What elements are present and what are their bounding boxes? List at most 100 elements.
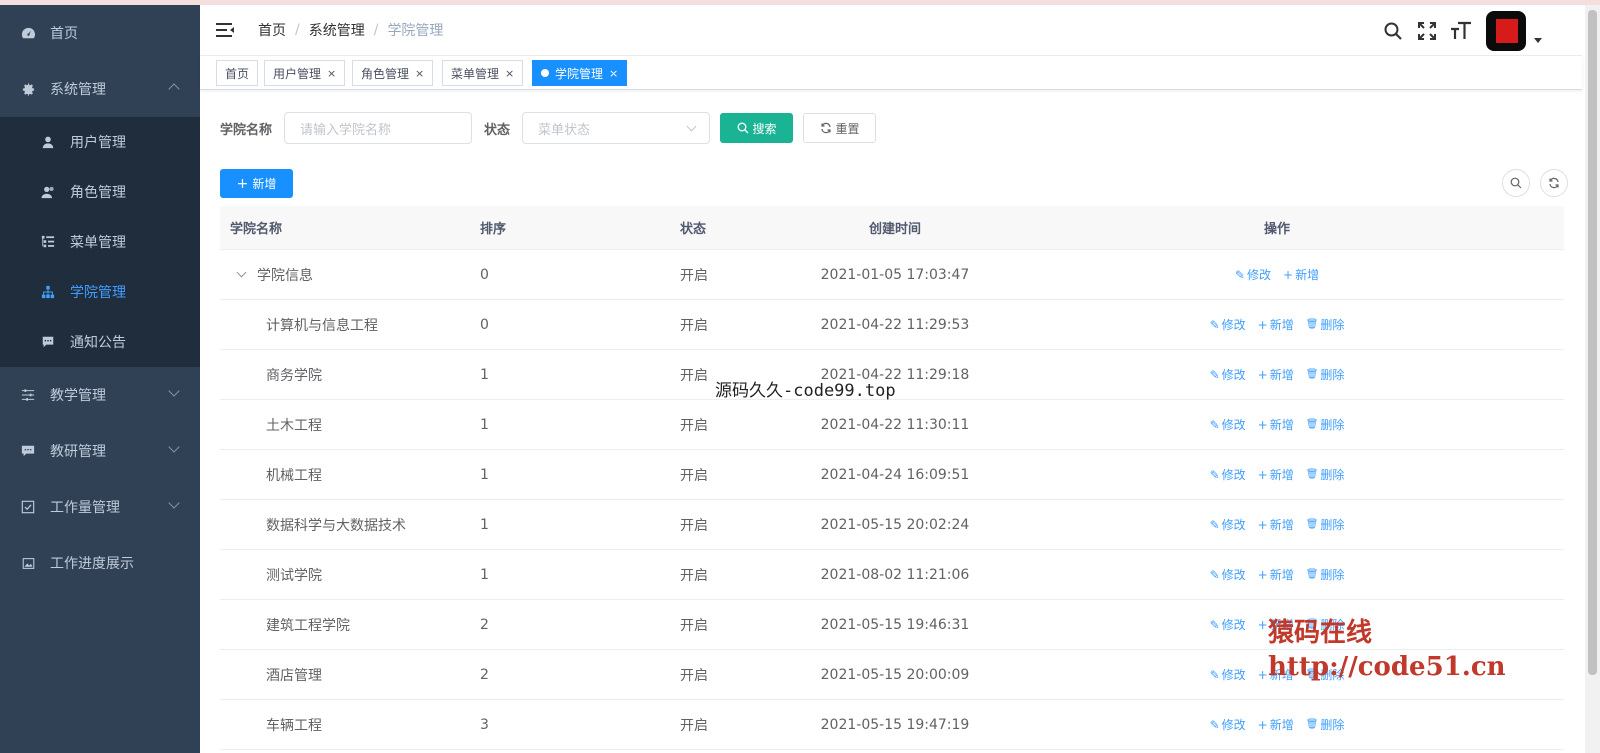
col-order-header: 排序 <box>480 222 507 237</box>
search-icon[interactable] <box>1376 12 1410 50</box>
chevron-down-icon <box>686 121 697 132</box>
plus-icon: + <box>1257 367 1268 382</box>
edit-link-label: 修改 <box>1221 668 1246 682</box>
edit-link[interactable]: ✎ 修改 <box>1210 716 1246 733</box>
sidebar-item-label: 教学管理 <box>50 388 106 404</box>
toggle-search-button[interactable] <box>1502 169 1530 197</box>
close-icon[interactable]: × <box>609 67 618 80</box>
sidebar-item-workload[interactable]: 工作量管理 <box>0 479 200 535</box>
users-icon <box>40 184 56 200</box>
add-link[interactable]: + 新增 <box>1283 266 1319 283</box>
chevron-down-icon <box>168 441 180 453</box>
cell-actions: ✎ 修改 + 新增 🗑 删除 <box>990 366 1564 383</box>
caret-down-icon[interactable] <box>1534 37 1542 43</box>
sidebar-item-notices[interactable]: 通知公告 <box>0 317 200 367</box>
add-link[interactable]: + 新增 <box>1258 466 1294 483</box>
watermark-line1: 猿码在线 <box>1268 618 1373 648</box>
cell-order: 1 <box>480 566 489 583</box>
sidebar-item-label: 通知公告 <box>70 335 126 351</box>
fullscreen-icon[interactable] <box>1410 12 1444 50</box>
delete-link[interactable]: 🗑 删除 <box>1306 716 1345 733</box>
edit-link[interactable]: ✎ 修改 <box>1210 516 1246 533</box>
sidebar-item-colleges[interactable]: 学院管理 <box>0 267 200 317</box>
delete-link[interactable]: 🗑 删除 <box>1306 416 1345 433</box>
sidebar-item-system[interactable]: 系统管理 <box>0 61 200 117</box>
add-link[interactable]: + 新增 <box>1258 316 1294 333</box>
close-icon[interactable]: × <box>505 67 514 80</box>
cell-created: 2021-05-15 19:46:31 <box>820 616 970 633</box>
edit-link[interactable]: ✎ 修改 <box>1210 316 1246 333</box>
cell-actions: ✎ 修改 + 新增 🗑 删除 <box>990 466 1564 483</box>
tag-home[interactable]: 首页 <box>216 60 259 86</box>
cell-order: 1 <box>480 416 489 433</box>
tag-colleges[interactable]: 学院管理 × <box>532 60 628 86</box>
sidebar-item-roles[interactable]: 角色管理 <box>0 167 200 217</box>
sidebar-item-home[interactable]: 首页 <box>0 5 200 61</box>
add-link-label: 新增 <box>1269 518 1294 532</box>
delete-link[interactable]: 🗑 删除 <box>1306 566 1345 583</box>
breadcrumb-home[interactable]: 首页 <box>258 20 286 40</box>
status-label: 状态 <box>484 122 511 138</box>
edit-link[interactable]: ✎ 修改 <box>1210 566 1246 583</box>
add-button[interactable]: + 新增 <box>220 169 293 198</box>
scrollbar-thumb[interactable] <box>1588 10 1597 675</box>
font-size-icon[interactable] <box>1444 12 1478 50</box>
edit-link-label: 修改 <box>1221 518 1246 532</box>
add-link[interactable]: + 新增 <box>1258 716 1294 733</box>
breadcrumb-separator: / <box>295 22 300 38</box>
sidebar-item-label: 系统管理 <box>50 82 106 98</box>
breadcrumb-separator: / <box>373 22 379 38</box>
cell-status: 开启 <box>680 567 708 584</box>
tag-menus[interactable]: 菜单管理 × <box>442 60 524 86</box>
avatar[interactable] <box>1486 11 1526 51</box>
edit-link[interactable]: ✎ 修改 <box>1210 666 1246 683</box>
add-link[interactable]: + 新增 <box>1258 366 1294 383</box>
delete-link[interactable]: 🗑 删除 <box>1306 516 1345 533</box>
reset-button[interactable]: 重置 <box>803 113 877 143</box>
plus-icon: + <box>1257 567 1268 582</box>
add-link[interactable]: + 新增 <box>1258 516 1294 533</box>
close-icon[interactable]: × <box>415 67 424 80</box>
add-link-label: 新增 <box>1269 368 1294 382</box>
search-button[interactable]: 搜索 <box>720 113 794 143</box>
edit-link[interactable]: ✎ 修改 <box>1210 466 1246 483</box>
sidebar-item-label: 教研管理 <box>50 444 106 460</box>
close-icon[interactable]: × <box>327 67 336 80</box>
tag-users[interactable]: 用户管理 × <box>264 60 346 86</box>
delete-link[interactable]: 🗑 删除 <box>1306 366 1345 383</box>
status-select[interactable]: 菜单状态 <box>522 112 711 144</box>
college-name-input[interactable]: 请输入学院名称 <box>284 112 473 144</box>
sidebar-item-menus[interactable]: 菜单管理 <box>0 217 200 267</box>
edit-link[interactable]: ✎ 修改 <box>1235 266 1271 283</box>
edit-icon: ✎ <box>1209 567 1220 582</box>
refresh-button[interactable] <box>1540 169 1568 197</box>
page-scrollbar[interactable] <box>1585 5 1600 753</box>
sidebar-item-research[interactable]: 教研管理 <box>0 423 200 479</box>
edit-link[interactable]: ✎ 修改 <box>1210 366 1246 383</box>
sidebar-item-progress[interactable]: 工作进度展示 <box>0 535 200 591</box>
college-name: 车辆工程 <box>266 717 322 734</box>
cell-order: 1 <box>480 516 489 533</box>
cell-status: 开启 <box>680 517 708 534</box>
add-link[interactable]: + 新增 <box>1258 416 1294 433</box>
add-link-label: 新增 <box>1269 568 1294 582</box>
college-name: 机械工程 <box>266 467 322 484</box>
expand-chevron-icon[interactable] <box>236 267 247 278</box>
delete-link[interactable]: 🗑 删除 <box>1306 316 1345 333</box>
delete-link[interactable]: 🗑 删除 <box>1306 466 1345 483</box>
watermark-corner: 猿码在线 http://code51.cn <box>1268 616 1506 684</box>
cell-actions: ✎ 修改 + 新增 <box>990 266 1564 283</box>
hamburger-icon[interactable] <box>216 22 236 38</box>
table-row: 机械工程 1 开启 2021-04-24 16:09:51 ✎ 修改 + 新增 🗑 删除 <box>220 450 1564 500</box>
navbar-right <box>1376 11 1542 51</box>
tree-table-icon <box>40 234 56 250</box>
sidebar-item-teaching[interactable]: 教学管理 <box>0 367 200 423</box>
search-icon <box>1510 177 1522 189</box>
edit-link[interactable]: ✎ 修改 <box>1210 416 1246 433</box>
sliders-icon <box>20 387 36 403</box>
breadcrumb-system[interactable]: 系统管理 <box>309 20 365 40</box>
add-link[interactable]: + 新增 <box>1258 566 1294 583</box>
sidebar-item-users[interactable]: 用户管理 <box>0 117 200 167</box>
edit-link[interactable]: ✎ 修改 <box>1210 616 1246 633</box>
tag-roles[interactable]: 角色管理 × <box>352 60 434 86</box>
